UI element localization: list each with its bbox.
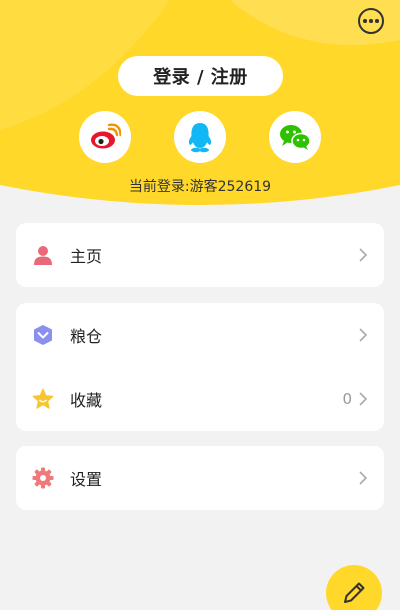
settings-card: 设置: [16, 446, 384, 510]
wechat-login-button[interactable]: [269, 111, 321, 163]
shield-icon: [32, 324, 54, 346]
chevron-right-icon: [359, 392, 368, 406]
menu-label-favorites: 收藏: [70, 391, 103, 410]
wechat-icon: [280, 125, 311, 150]
pencil-icon: [344, 582, 365, 603]
home-card: 主页: [16, 223, 384, 287]
menu-item-granary[interactable]: 粮仓: [16, 303, 384, 367]
star-icon: [32, 388, 54, 410]
chevron-right-icon: [359, 471, 368, 485]
favorites-count: 0: [342, 390, 352, 408]
menu-label-settings: 设置: [70, 470, 103, 489]
assets-card: 粮仓 收藏 0: [16, 303, 384, 431]
more-options-button[interactable]: [358, 8, 384, 34]
menu-label-granary: 粮仓: [70, 327, 103, 346]
compose-button[interactable]: [326, 565, 382, 610]
current-login-status: 当前登录:游客252619: [128, 179, 272, 195]
user-icon: [32, 244, 54, 266]
chevron-right-icon: [359, 328, 368, 342]
login-register-button[interactable]: 登录 / 注册: [118, 56, 283, 96]
menu-label-home: 主页: [70, 247, 103, 266]
profile-header: 登录 / 注册 当前登录:游客252619: [0, 0, 400, 210]
weibo-login-button[interactable]: [79, 111, 131, 163]
weibo-icon: [91, 123, 121, 149]
qq-login-button[interactable]: [174, 111, 226, 163]
menu-item-settings[interactable]: 设置: [16, 446, 384, 510]
menu-item-favorites[interactable]: 收藏 0: [16, 367, 384, 431]
chevron-right-icon: [359, 248, 368, 262]
qq-icon: [188, 123, 212, 153]
menu-item-home[interactable]: 主页: [16, 223, 384, 287]
gear-icon: [32, 467, 54, 489]
